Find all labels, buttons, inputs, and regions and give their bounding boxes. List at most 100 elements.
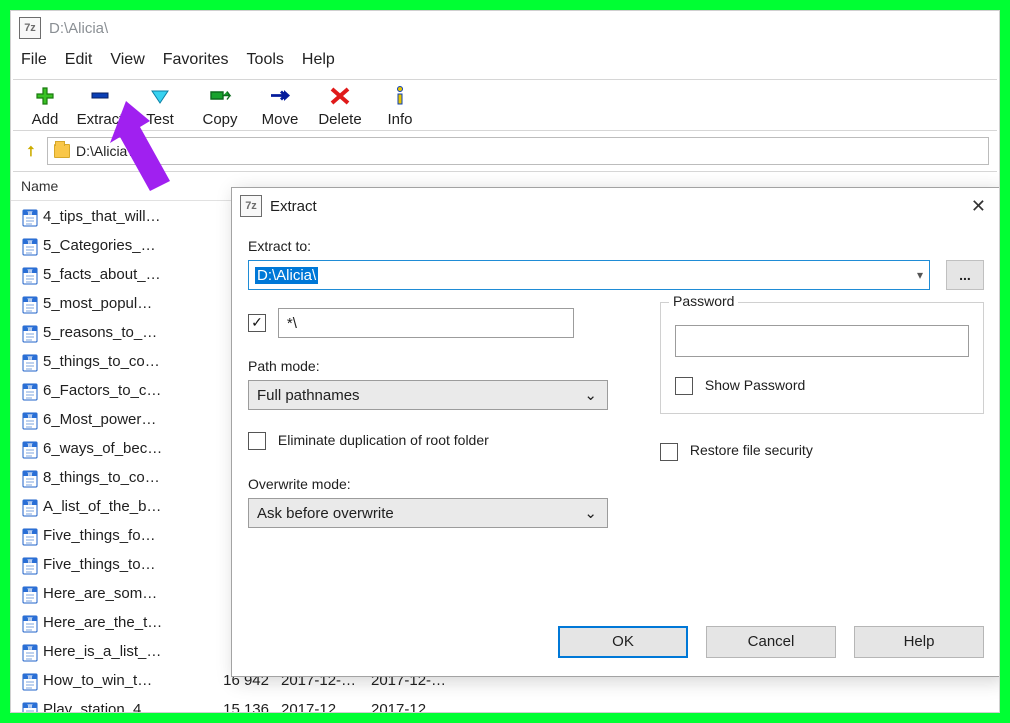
password-group: Password Show Password [660,302,984,414]
word-doc-icon: W [21,556,39,576]
word-doc-icon: W [21,527,39,547]
word-doc-icon: W [21,672,39,692]
extract-button[interactable]: Extract [71,85,129,128]
window-titlebar: 7z D:\Alicia\ [11,11,999,45]
copy-button[interactable]: Copy [191,85,249,128]
file-name: 6_Most_power… [43,406,203,435]
word-doc-icon: W [21,411,39,431]
menu-help[interactable]: Help [302,51,335,69]
word-doc-icon: W [21,266,39,286]
file-name: 5_things_to_co… [43,348,203,377]
file-name: A_list_of_the_b… [43,493,203,522]
file-size: 15 136 [203,696,281,713]
word-doc-icon: W [21,469,39,489]
extract-label: Extract [71,111,129,128]
file-name: Play_station_4… [43,696,203,713]
show-password-checkbox[interactable] [675,377,693,395]
word-doc-icon: W [21,701,39,714]
extract-to-label: Extract to: [248,238,984,254]
extract-to-value: D:\Alicia\ [255,267,318,284]
restore-security-checkbox[interactable] [660,443,678,461]
file-name: 4_tips_that_will… [43,203,203,232]
file-name: 8_things_to_co… [43,464,203,493]
file-name: 5_reasons_to_… [43,319,203,348]
word-doc-icon: W [21,353,39,373]
file-name: 6_ways_of_bec… [43,435,203,464]
menu-view[interactable]: View [110,51,144,69]
add-button[interactable]: Add [21,85,69,128]
file-name: Five_things_to… [43,551,203,580]
browse-button[interactable]: ... [946,260,984,290]
word-doc-icon: W [21,237,39,257]
svg-text:W: W [28,356,33,362]
file-name: Here_are_som… [43,580,203,609]
subpath-input[interactable]: *\ [278,308,574,338]
extract-to-combobox[interactable]: D:\Alicia\ ▾ [248,260,930,290]
move-label: Move [251,111,309,128]
menubar: File Edit View Favorites Tools Help [11,45,999,79]
overwrite-label: Overwrite mode: [248,476,608,492]
word-doc-icon: W [21,440,39,460]
table-row[interactable]: WPlay_station_4…15 1362017-12…2017-12… [21,696,999,713]
svg-text:W: W [28,588,33,594]
restore-security-label: Restore file security [690,442,813,458]
extract-dialog: 7z Extract ✕ Extract to: D:\Alicia\ ▾ ..… [231,187,1000,677]
file-name: Here_are_the_t… [43,609,203,638]
overwrite-select[interactable]: Ask before overwrite ⌄ [248,498,608,528]
menu-edit[interactable]: Edit [65,51,93,69]
word-doc-icon: W [21,643,39,663]
file-name: Here_is_a_list_… [43,638,203,667]
password-label: Password [669,293,738,309]
chevron-down-icon: ▾ [917,268,923,282]
delete-button[interactable]: Delete [311,85,369,128]
eliminate-label: Eliminate duplication of root folder [278,432,489,448]
svg-text:W: W [28,414,33,420]
word-doc-icon: W [21,585,39,605]
svg-text:W: W [28,327,33,333]
file-name: 5_Categories_… [43,232,203,261]
subpath-checkbox[interactable] [248,314,266,332]
menu-favorites[interactable]: Favorites [163,51,229,69]
app-icon-7z: 7z [240,195,262,217]
file-created: 2017-12… [371,696,461,713]
address-bar: ⭡ D:\Alicia\ [11,131,999,171]
up-folder-icon[interactable]: ⭡ [21,143,41,160]
menu-tools[interactable]: Tools [247,51,284,69]
ok-button[interactable]: OK [558,626,688,658]
file-name: 5_facts_about_… [43,261,203,290]
word-doc-icon: W [21,614,39,634]
path-mode-select[interactable]: Full pathnames ⌄ [248,380,608,410]
show-password-label: Show Password [705,377,805,393]
path-mode-label: Path mode: [248,358,608,374]
close-icon[interactable]: ✕ [967,196,990,217]
overwrite-value: Ask before overwrite [257,505,394,522]
test-label: Test [131,111,189,128]
test-button[interactable]: Test [131,85,189,128]
toolbar: Add Extract Test Copy Move Delete Info [11,80,999,130]
dialog-titlebar: 7z Extract ✕ [232,188,1000,224]
word-doc-icon: W [21,295,39,315]
cancel-button[interactable]: Cancel [706,626,836,658]
svg-text:W: W [28,617,33,623]
delete-label: Delete [311,111,369,128]
svg-text:W: W [28,298,33,304]
info-button[interactable]: Info [371,85,429,128]
word-doc-icon: W [21,208,39,228]
help-button[interactable]: Help [854,626,984,658]
dialog-title: Extract [270,198,317,215]
word-doc-icon: W [21,324,39,344]
move-button[interactable]: Move [251,85,309,128]
password-input[interactable] [675,325,969,357]
app-icon-7z: 7z [19,17,41,39]
file-modified: 2017-12… [281,696,371,713]
svg-text:W: W [28,443,33,449]
eliminate-checkbox[interactable] [248,432,266,450]
menu-file[interactable]: File [21,51,47,69]
column-name[interactable]: Name [21,178,203,194]
svg-text:W: W [28,240,33,246]
svg-text:W: W [28,646,33,652]
address-path: D:\Alicia\ [76,143,131,159]
svg-text:W: W [28,530,33,536]
chevron-down-icon: ⌄ [584,504,597,522]
address-input[interactable]: D:\Alicia\ [47,137,989,165]
